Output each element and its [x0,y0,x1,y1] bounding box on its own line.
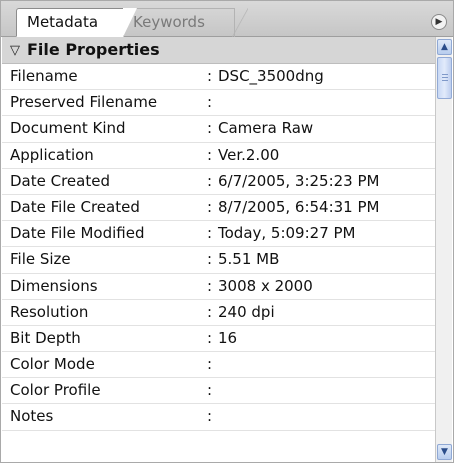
property-row[interactable]: Date Created:6/7/2005, 3:25:23 PM [2,169,436,195]
flyout-menu-icon: ▶ [435,17,443,27]
property-value[interactable]: 3008 x 2000 [218,277,313,295]
property-separator: : [207,93,213,112]
property-separator: : [207,171,213,190]
tab-strip: Keywords Metadata ▶ [1,1,453,37]
chevron-down-icon: ▼ [441,447,448,457]
tab-metadata-label: Metadata [27,13,99,31]
property-row[interactable]: Color Mode: [2,352,436,379]
tab-keywords[interactable]: Keywords [123,8,248,37]
metadata-panel: Keywords Metadata ▶ ▽ File Properties Fi… [0,0,454,463]
property-value[interactable]: 16 [218,329,237,347]
property-value[interactable]: 6/7/2005, 3:25:23 PM [218,172,379,190]
scroll-thumb[interactable] [437,57,452,99]
property-separator: : [207,276,213,295]
property-row[interactable]: Date File Created:8/7/2005, 6:54:31 PM [2,195,436,222]
property-row[interactable]: Application: Ver.2.00 [2,143,436,169]
property-label: Color Profile [10,381,101,400]
scroll-down-button[interactable]: ▼ [437,444,452,460]
thumb-grip-line [442,77,448,78]
property-label: Date File Created [10,197,140,216]
property-separator: : [207,302,213,321]
tab-keywords-label: Keywords [133,13,205,31]
property-value[interactable]: DSC_3500dng [218,67,324,85]
property-row[interactable]: File Size:5.51 MB [2,247,436,274]
property-separator: : [207,224,213,243]
property-separator: : [207,355,213,374]
property-row[interactable]: Bit Depth:16 [2,326,436,353]
property-label: Date File Modified [10,224,145,243]
property-label: Notes [10,407,54,426]
property-label: File Size [10,250,71,269]
property-separator: : [207,145,213,164]
property-row[interactable]: Color Profile: [2,378,436,405]
chevron-up-icon: ▲ [441,42,448,52]
property-label: Date Created [10,171,110,190]
property-row[interactable]: Date File Modified: Today, 5:09:27 PM [2,221,436,248]
section-title: File Properties [27,40,160,59]
property-separator: : [207,250,213,269]
property-label: Preserved Filename [10,93,158,112]
property-row[interactable]: Dimensions:3008 x 2000 [2,274,436,300]
property-row[interactable]: Document Kind: Camera Raw [2,116,436,143]
properties-list: Filename: DSC_3500dng Preserved Filename: D… [2,64,436,431]
section-header-file-properties[interactable]: ▽ File Properties [2,37,436,64]
property-label: Filename [10,67,78,85]
property-value[interactable]: Camera Raw [218,119,313,137]
property-label: Application [10,145,94,164]
property-value[interactable]: 240 dpi [218,303,275,321]
property-row[interactable]: Notes: [2,404,436,431]
property-separator: : [207,67,213,85]
thumb-grip-line [442,80,448,81]
property-separator: : [207,328,213,347]
vertical-scrollbar[interactable]: ▲ ▼ [435,37,452,462]
property-row[interactable]: Filename: DSC_3500dng [2,64,436,91]
property-separator: : [207,197,213,216]
property-label: Resolution [10,302,89,321]
scroll-up-button[interactable]: ▲ [437,39,452,55]
property-label: Dimensions [10,276,98,295]
triangle-down-icon[interactable]: ▽ [10,43,20,58]
property-value[interactable]: 5.51 MB [218,250,279,268]
property-value[interactable]: 8/7/2005, 6:54:31 PM [218,198,379,216]
property-label: Document Kind [10,119,126,138]
thumb-grip-line [442,74,448,75]
tab-metadata[interactable]: Metadata [16,8,137,37]
property-value[interactable]: Ver.2.00 [218,146,279,164]
property-separator: : [207,381,213,400]
property-separator: : [207,407,213,426]
property-label: Color Mode [10,355,95,374]
flyout-menu-button[interactable]: ▶ [431,14,447,30]
property-row[interactable]: Preserved Filename: [2,90,436,117]
property-value[interactable]: Today, 5:09:27 PM [218,224,356,242]
property-label: Bit Depth [10,328,81,347]
property-separator: : [207,119,213,138]
property-row[interactable]: Resolution:240 dpi [2,300,436,326]
